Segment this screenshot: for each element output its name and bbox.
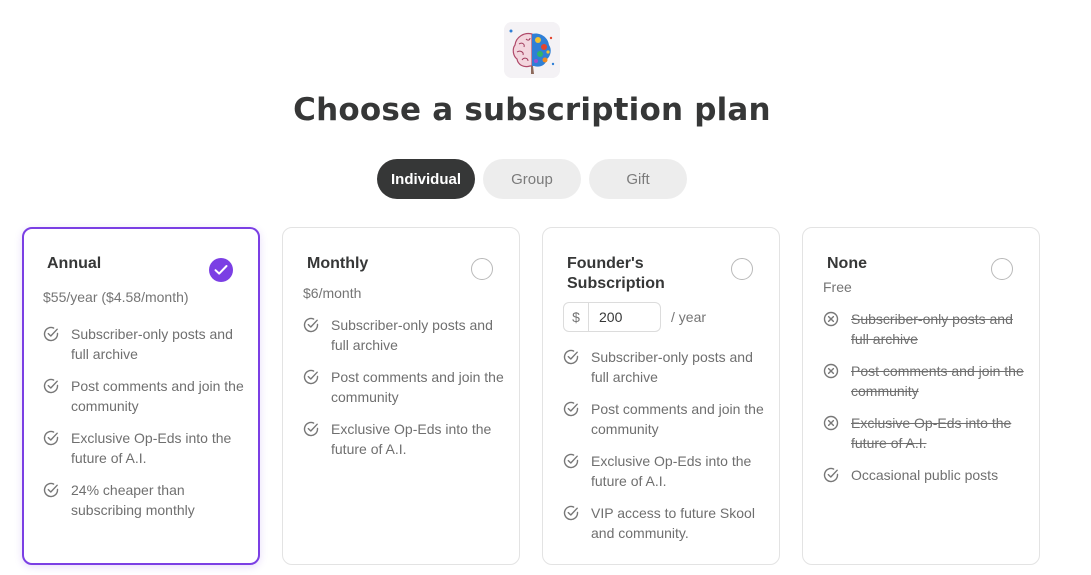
- feature-text: Subscriber-only posts and full archive: [591, 349, 753, 385]
- excluded-feature-item: Subscriber-only posts and full archive: [823, 309, 1025, 349]
- checkmark-icon: [214, 265, 228, 275]
- feature-item: Occasional public posts: [823, 465, 1025, 485]
- feature-text: Post comments and join the community: [851, 363, 1024, 399]
- feature-list: Subscriber-only posts and full archive P…: [823, 309, 1025, 497]
- plan-price: $55/year ($4.58/month): [43, 289, 189, 305]
- plan-card-none[interactable]: None Free Subscriber-only posts and full…: [802, 227, 1040, 565]
- feature-text: Exclusive Op-Eds into the future of A.I.: [331, 421, 492, 457]
- plan-radio[interactable]: [991, 258, 1013, 280]
- check-circle-icon: [43, 378, 59, 394]
- feature-text: Post comments and join the community: [71, 378, 244, 414]
- feature-text: Post comments and join the community: [591, 401, 764, 437]
- plan-card-annual[interactable]: Annual $55/year ($4.58/month) Subscriber…: [22, 227, 260, 565]
- feature-text: Subscriber-only posts and full archive: [331, 317, 493, 353]
- amount-input[interactable]: [589, 309, 659, 325]
- excluded-feature-item: Exclusive Op-Eds into the future of A.I.: [823, 413, 1025, 453]
- feature-item: Subscriber-only posts and full archive: [303, 315, 505, 355]
- feature-text: Post comments and join the community: [331, 369, 504, 405]
- feature-item: Exclusive Op-Eds into the future of A.I.: [303, 419, 505, 459]
- plan-radio[interactable]: [731, 258, 753, 280]
- check-circle-icon: [563, 349, 579, 365]
- check-circle-icon: [823, 467, 839, 483]
- plan-card-monthly[interactable]: Monthly $6/month Subscriber-only posts a…: [282, 227, 520, 565]
- feature-list: Subscriber-only posts and full archive P…: [563, 347, 765, 555]
- plan-price: $6/month: [303, 285, 362, 301]
- currency-symbol: $: [564, 303, 589, 331]
- amount-period: / year: [671, 309, 707, 325]
- check-circle-icon: [563, 505, 579, 521]
- plan-card-founders[interactable]: Founder's Subscription $ / year Subscrib…: [542, 227, 780, 565]
- check-circle-icon: [563, 453, 579, 469]
- feature-item: Subscriber-only posts and full archive: [563, 347, 765, 387]
- feature-item: Post comments and join the community: [303, 367, 505, 407]
- check-circle-icon: [563, 401, 579, 417]
- feature-text: Subscriber-only posts and full archive: [71, 326, 233, 362]
- plan-radio-selected[interactable]: [209, 258, 233, 282]
- tab-gift[interactable]: Gift: [589, 159, 687, 199]
- feature-item: 24% cheaper than subscribing monthly: [43, 480, 244, 520]
- x-circle-icon: [823, 363, 839, 379]
- check-circle-icon: [43, 430, 59, 446]
- feature-item: Post comments and join the community: [563, 399, 765, 439]
- publication-logo: [504, 22, 560, 78]
- feature-item: Exclusive Op-Eds into the future of A.I.: [563, 451, 765, 491]
- plan-name: Founder's Subscription: [567, 255, 665, 292]
- amount-row: $ / year: [563, 302, 706, 332]
- plan-price: Free: [823, 279, 852, 295]
- feature-text: Subscriber-only posts and full archive: [851, 311, 1013, 347]
- page-title: Choose a subscription plan: [293, 92, 771, 128]
- feature-text: 24% cheaper than subscribing monthly: [71, 482, 195, 518]
- feature-list: Subscriber-only posts and full archive P…: [303, 315, 505, 471]
- plan-name: Annual: [47, 255, 102, 272]
- feature-item: Subscriber-only posts and full archive: [43, 324, 244, 364]
- amount-field[interactable]: $: [563, 302, 661, 332]
- feature-list: Subscriber-only posts and full archive P…: [43, 324, 244, 532]
- tab-group[interactable]: Group: [483, 159, 581, 199]
- x-circle-icon: [823, 415, 839, 431]
- feature-text: Exclusive Op-Eds into the future of A.I.: [851, 415, 1012, 451]
- feature-text: VIP access to future Skool and community…: [591, 505, 755, 541]
- plan-radio[interactable]: [471, 258, 493, 280]
- plan-name: None: [827, 255, 867, 272]
- plan-name: Monthly: [307, 255, 369, 272]
- x-circle-icon: [823, 311, 839, 327]
- feature-text: Occasional public posts: [851, 467, 999, 483]
- feature-text: Exclusive Op-Eds into the future of A.I.: [591, 453, 752, 489]
- brain-logo-icon: [504, 22, 560, 78]
- plan-type-tabs: Individual Group Gift: [377, 159, 687, 199]
- feature-item: Exclusive Op-Eds into the future of A.I.: [43, 428, 244, 468]
- check-circle-icon: [303, 317, 319, 333]
- feature-item: Post comments and join the community: [43, 376, 244, 416]
- check-circle-icon: [43, 482, 59, 498]
- tab-individual[interactable]: Individual: [377, 159, 475, 199]
- excluded-feature-item: Post comments and join the community: [823, 361, 1025, 401]
- check-circle-icon: [43, 326, 59, 342]
- feature-text: Exclusive Op-Eds into the future of A.I.: [71, 430, 232, 466]
- check-circle-icon: [303, 421, 319, 437]
- check-circle-icon: [303, 369, 319, 385]
- feature-item: VIP access to future Skool and community…: [563, 503, 765, 543]
